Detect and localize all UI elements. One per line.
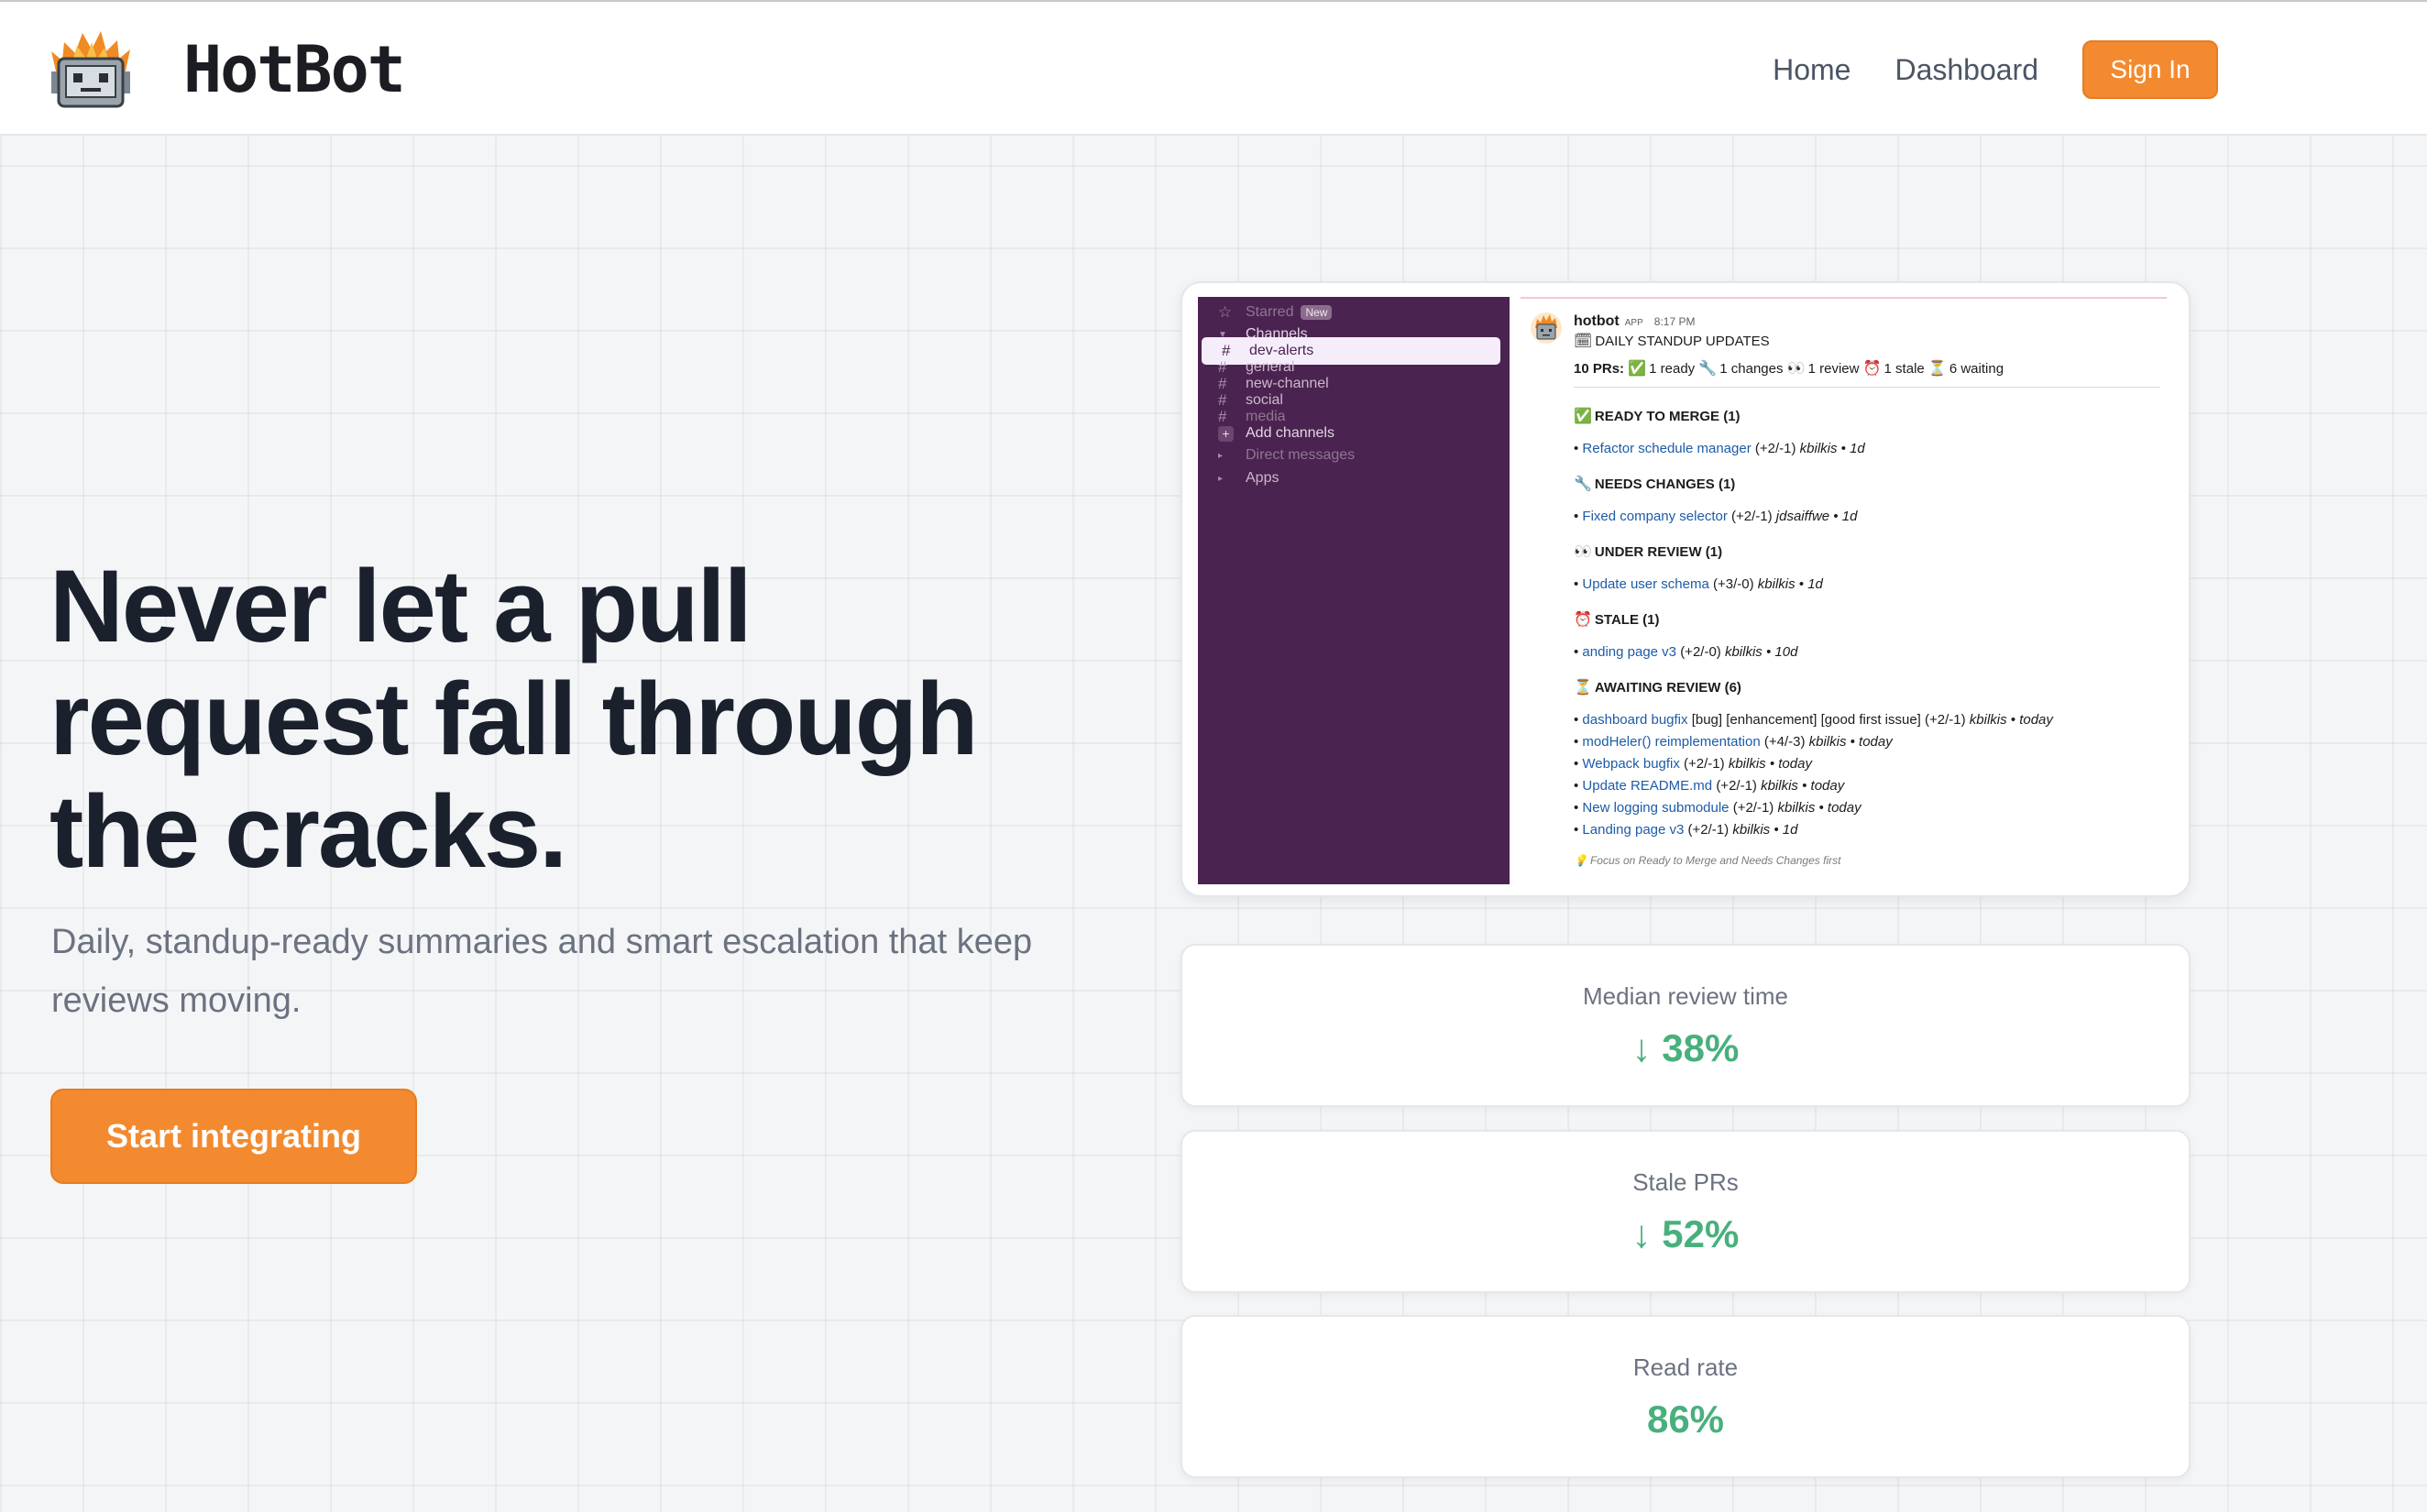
hotbot-avatar-icon (1531, 312, 1562, 344)
start-integrating-button[interactable]: Start integrating (50, 1089, 417, 1184)
eyes-icon: 👀 (1786, 361, 1806, 377)
stat-value: ↓ 52% (1631, 1212, 1740, 1255)
lightbulb-icon: 💡 (1574, 854, 1587, 867)
awaiting-section-header: ⏳ AWAITING REVIEW (6) (1574, 680, 1741, 696)
message-hint: 💡 Focus on Ready to Merge and Needs Chang… (1574, 854, 1841, 867)
stat-value: ↓ 38% (1631, 1026, 1740, 1069)
pr-link[interactable]: New logging submodule (1582, 800, 1729, 816)
wrench-icon: 🔧 (1698, 361, 1718, 377)
nav-dashboard-link[interactable]: Dashboard (1894, 53, 2038, 87)
slack-sidebar: ☆ Starred New ▼ Channels # dev-alerts # … (1198, 297, 1510, 884)
robot-flame-logo-icon (51, 31, 130, 108)
list-item: • Landing page v3 (+2/-1) kbilkis • 1d (1574, 822, 1798, 838)
pr-link[interactable]: Update README.md (1582, 778, 1712, 794)
check-mark-icon: ✅ (1628, 361, 1647, 377)
stale-section-header: ⏰ STALE (1) (1574, 612, 1660, 628)
list-item: • anding page v3 (+2/-0) kbilkis • 10d (1574, 644, 1798, 660)
list-item: • Fixed company selector (+2/-1) jdsaiff… (1574, 509, 1858, 524)
pr-link[interactable]: Fixed company selector (1582, 509, 1727, 524)
stat-card-median-review-time: Median review time ↓ 38% (1181, 944, 2191, 1107)
list-item: • Refactor schedule manager (+2/-1) kbil… (1574, 441, 1865, 456)
slack-preview-card: ☆ Starred New ▼ Channels # dev-alerts # … (1181, 281, 2191, 897)
summary-divider (1574, 387, 2160, 388)
wrench-icon: 🔧 (1574, 477, 1592, 492)
summary-line: 10 PRs: ✅ 1 ready 🔧 1 changes 👀 1 review ⏰ 1… (1574, 361, 2004, 377)
caret-right-icon: ▸ (1218, 473, 1224, 484)
list-item: • modHeler() reimplementation (+4/-3) kb… (1574, 734, 1893, 750)
pr-link[interactable]: Webpack bugfix (1582, 756, 1679, 772)
list-item: • Webpack bugfix (+2/-1) kbilkis • today (1574, 756, 1812, 772)
pr-link[interactable]: Update user schema (1582, 576, 1708, 592)
new-message-divider (1521, 297, 2167, 299)
list-item: • dashboard bugfix [bug] [enhancement] [… (1574, 712, 2053, 728)
brand-logo-link[interactable]: HotBot (46, 27, 406, 112)
caret-right-icon: ▸ (1218, 450, 1224, 461)
stat-card-stale-prs: Stale PRs ↓ 52% (1181, 1130, 2191, 1293)
new-badge: New (1301, 305, 1333, 320)
stat-value: 86% (1646, 1397, 1725, 1441)
brand-name: HotBot (183, 32, 406, 107)
stat-label: Median review time (1583, 982, 1788, 1010)
hourglass-icon: ⏳ (1927, 361, 1947, 377)
sidebar-apps[interactable]: ▸ Apps (1198, 465, 1510, 492)
sign-in-button[interactable]: Sign In (2082, 40, 2218, 99)
slack-message-area: hotbot APP 8:17 PM 🗓 DAILY STANDUP UPDATE… (1510, 297, 2178, 884)
app-tag: APP (1624, 318, 1643, 328)
calendar-icon: 🗓 (1574, 334, 1593, 349)
hero-title: Never let a pull request fall through th… (49, 549, 979, 889)
top-navbar: HotBot Home Dashboard Sign In (0, 0, 2427, 136)
plus-icon: + (1218, 425, 1234, 442)
eyes-icon: 👀 (1574, 544, 1592, 560)
changes-section-header: 🔧 NEEDS CHANGES (1) (1574, 477, 1736, 492)
check-mark-icon: ✅ (1574, 409, 1592, 424)
ready-section-header: ✅ READY TO MERGE (1) (1574, 409, 1741, 424)
alarm-clock-icon: ⏰ (1574, 612, 1592, 628)
hourglass-icon: ⏳ (1574, 680, 1592, 696)
stat-label: Read rate (1632, 1353, 1739, 1381)
list-item: • Update user schema (+3/-0) kbilkis • 1… (1574, 576, 1823, 592)
nav-home-link[interactable]: Home (1773, 53, 1850, 87)
alarm-clock-icon: ⏰ (1862, 361, 1882, 377)
pr-link[interactable]: anding page v3 (1582, 644, 1676, 660)
list-item: • Update README.md (+2/-1) kbilkis • tod… (1574, 778, 1845, 794)
pr-link[interactable]: modHeler() reimplementation (1582, 734, 1760, 750)
star-icon: ☆ (1218, 303, 1233, 321)
pr-link[interactable]: Refactor schedule manager (1582, 441, 1751, 456)
list-item: • New logging submodule (+2/-1) kbilkis … (1574, 800, 1861, 816)
main-nav: Home Dashboard Sign In (1773, 40, 2218, 99)
hero-subtitle: Daily, standup-ready summaries and smart… (51, 923, 1033, 1020)
message-sender: hotbot APP 8:17 PM (1574, 313, 1696, 329)
stat-card-read-rate: Read rate 86% (1181, 1315, 2191, 1478)
pr-link[interactable]: dashboard bugfix (1582, 712, 1687, 728)
review-section-header: 👀 UNDER REVIEW (1) (1574, 544, 1723, 560)
message-time: 8:17 PM (1653, 315, 1696, 328)
pr-link[interactable]: Landing page v3 (1582, 822, 1684, 838)
stat-label: Stale PRs (1632, 1168, 1739, 1196)
message-title: 🗓 DAILY STANDUP UPDATES (1574, 334, 1770, 349)
